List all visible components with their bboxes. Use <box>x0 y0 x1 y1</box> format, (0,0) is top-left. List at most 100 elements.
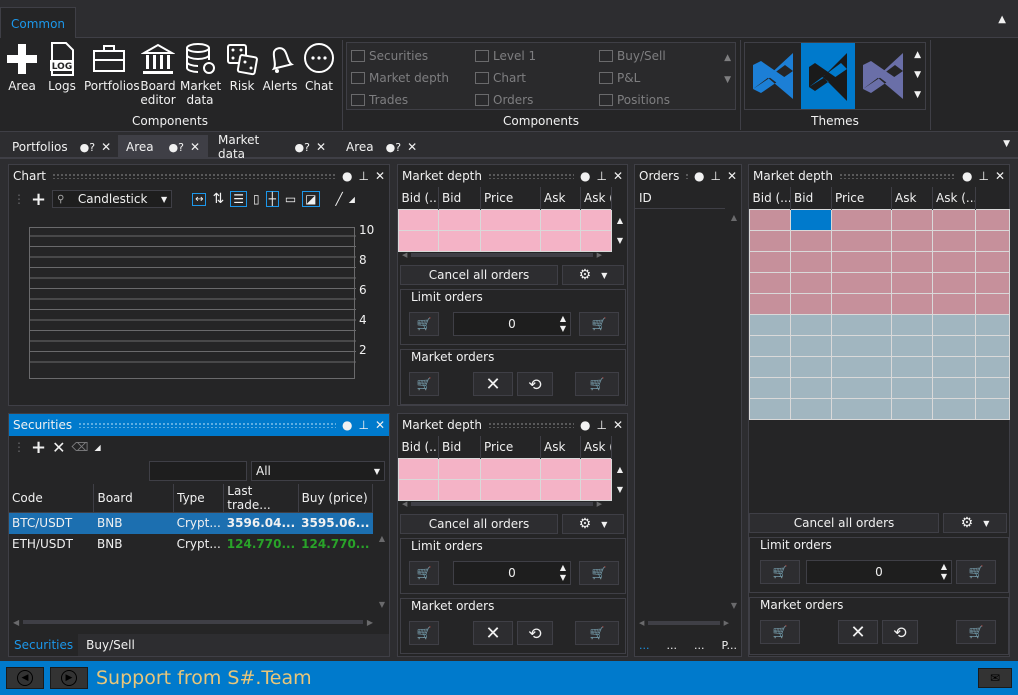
gallery-positions[interactable]: Positions <box>599 89 719 111</box>
table-row[interactable] <box>749 334 1010 357</box>
table-row[interactable] <box>749 376 1010 399</box>
add-icon[interactable]: + <box>31 437 46 458</box>
table-row[interactable] <box>398 208 612 231</box>
settings-button[interactable]: ⚙ ▼ <box>562 514 624 534</box>
pin-icon[interactable]: ⊥ <box>710 169 720 183</box>
help-icon[interactable]: ●? <box>295 141 310 154</box>
chart-style-select[interactable]: ⚲ Candlestick ▼ <box>52 190 173 208</box>
gallery-orders[interactable]: Orders <box>475 89 595 111</box>
pin-icon[interactable]: ⊥ <box>596 169 606 183</box>
sell-cart-icon[interactable]: 🛒 <box>579 312 619 336</box>
close-icon[interactable]: ✕ <box>375 169 385 183</box>
market-buy-cart-icon[interactable]: 🛒 <box>409 372 439 396</box>
cancel-all-orders-button[interactable]: Cancel all orders <box>400 265 558 285</box>
column-header[interactable]: Code <box>9 484 95 513</box>
gallery-securities[interactable]: Securities <box>351 45 471 67</box>
theme-blue-icon[interactable] <box>747 45 799 107</box>
help-icon[interactable]: ● <box>580 169 590 183</box>
horizontal-scrollbar[interactable]: ◀ ▶ <box>402 500 602 508</box>
tab-market-data[interactable]: Market data ●? ✕ <box>210 133 334 161</box>
market-data-button[interactable]: Market data <box>180 42 221 107</box>
pin-icon[interactable]: ⊥ <box>358 418 368 432</box>
table-row[interactable]: BTC/USDT BNB Crypt... 3596.04... 3595.06… <box>9 512 373 534</box>
help-icon[interactable]: ● <box>694 169 704 183</box>
table-row[interactable] <box>749 355 1010 378</box>
buy-cart-icon[interactable]: 🛒 <box>409 561 439 585</box>
scroll-buttons[interactable]: ▲ ▼ <box>617 460 623 500</box>
theme-purple-icon[interactable] <box>857 45 909 107</box>
help-icon[interactable]: ● <box>580 418 590 432</box>
close-icon[interactable]: ✕ <box>101 140 111 154</box>
stepper-arrows-icon[interactable]: ▲ ▼ <box>941 562 947 582</box>
table-row[interactable]: ETH/USDT BNB Crypt... 124.770... 124.770… <box>9 534 373 555</box>
settings-button[interactable]: ⚙ ▼ <box>943 513 1007 533</box>
column-header[interactable]: ID <box>635 187 725 209</box>
horizontal-scrollbar[interactable]: ◀ ▶ <box>13 617 373 627</box>
scroll-up-icon[interactable]: ▲ <box>379 534 385 543</box>
draw-line-icon[interactable]: ╱ <box>336 192 343 206</box>
more-icon[interactable]: ◢ <box>94 443 100 452</box>
pin-icon[interactable]: ⊥ <box>978 169 988 183</box>
mail-icon[interactable]: ✉ <box>978 668 1012 688</box>
help-icon[interactable]: ● <box>962 169 972 183</box>
market-sell-cart-icon[interactable]: 🛒 <box>575 621 619 645</box>
back-button[interactable]: ◀ <box>6 667 44 689</box>
tab-area-2[interactable]: Area ●? ✕ <box>338 135 422 159</box>
forward-button[interactable]: ▶ <box>50 667 88 689</box>
table-row[interactable] <box>749 208 1010 231</box>
table-row[interactable] <box>749 250 1010 273</box>
gallery-chart[interactable]: Chart <box>475 67 595 89</box>
stepper-arrows-icon[interactable]: ▲ ▼ <box>560 563 566 583</box>
settings-button[interactable]: ⚙ ▼ <box>562 265 624 285</box>
quantity-stepper[interactable]: 0 ▲ ▼ <box>806 560 952 584</box>
board-editor-button[interactable]: Board editor <box>138 42 178 107</box>
help-icon[interactable]: ● <box>342 418 352 432</box>
column-header[interactable]: Board <box>93 484 175 513</box>
help-icon[interactable]: ●? <box>80 141 95 154</box>
comment-icon[interactable]: ▭ <box>285 192 296 206</box>
swap-icon[interactable]: ⇅ <box>212 191 224 207</box>
table-row[interactable] <box>749 292 1010 315</box>
table-row[interactable] <box>398 229 612 252</box>
close-icon[interactable]: ✕ <box>995 169 1005 183</box>
add-icon[interactable]: + <box>31 189 46 210</box>
table-row[interactable] <box>749 271 1010 294</box>
gallery-market-depth[interactable]: Market depth <box>351 67 471 89</box>
gallery-level1[interactable]: Level 1 <box>475 45 595 67</box>
table-row[interactable] <box>749 313 1010 336</box>
buy-cart-icon[interactable]: 🛒 <box>760 560 800 584</box>
filter-select[interactable]: All ▼ <box>251 461 385 481</box>
table-row[interactable] <box>749 229 1010 252</box>
chart-plot[interactable] <box>29 227 356 379</box>
help-icon[interactable]: ●? <box>386 141 401 154</box>
portfolios-button[interactable]: Portfolios <box>84 42 140 106</box>
chat-button[interactable]: Chat <box>301 42 337 106</box>
close-icon[interactable]: ✕ <box>316 140 326 154</box>
indicator-icon[interactable]: ↔ <box>192 192 207 206</box>
close-icon[interactable]: ✕ <box>613 418 623 432</box>
scroll-buttons[interactable]: ▲ ▼ <box>617 211 623 251</box>
column-header[interactable]: Last trade... <box>223 484 299 513</box>
tab-area[interactable]: Area ●? ✕ <box>118 135 208 159</box>
column-header[interactable]: Buy (price) <box>298 484 374 513</box>
close-icon[interactable]: ✕ <box>613 169 623 183</box>
list-icon[interactable]: ☰ <box>230 191 247 207</box>
tab-buy-sell[interactable]: Buy/Sell <box>78 638 143 652</box>
reverse-icon[interactable]: ⟲ <box>882 620 918 644</box>
page-icon[interactable]: ▯ <box>253 192 260 206</box>
filter-input[interactable] <box>149 461 247 481</box>
quantity-stepper[interactable]: 0 ▲ ▼ <box>453 561 571 585</box>
cancel-all-orders-button[interactable]: Cancel all orders <box>400 514 558 534</box>
tab-list-dropdown-icon[interactable]: ▼ <box>1003 139 1010 149</box>
help-icon[interactable]: ● <box>342 169 352 183</box>
column-header[interactable]: Type <box>173 484 225 513</box>
ribbon-tab-common[interactable]: Common <box>0 7 76 39</box>
sell-cart-icon[interactable]: 🛒 <box>579 561 619 585</box>
market-sell-cart-icon[interactable]: 🛒 <box>575 372 619 396</box>
scroll-down-icon[interactable]: ▼ <box>379 600 385 609</box>
logs-button[interactable]: LOG Logs <box>44 42 80 106</box>
market-buy-cart-icon[interactable]: 🛒 <box>760 620 800 644</box>
table-row[interactable] <box>398 457 612 480</box>
theme-selected-icon[interactable] <box>801 43 855 109</box>
clear-icon[interactable]: ⌫ <box>72 440 89 454</box>
